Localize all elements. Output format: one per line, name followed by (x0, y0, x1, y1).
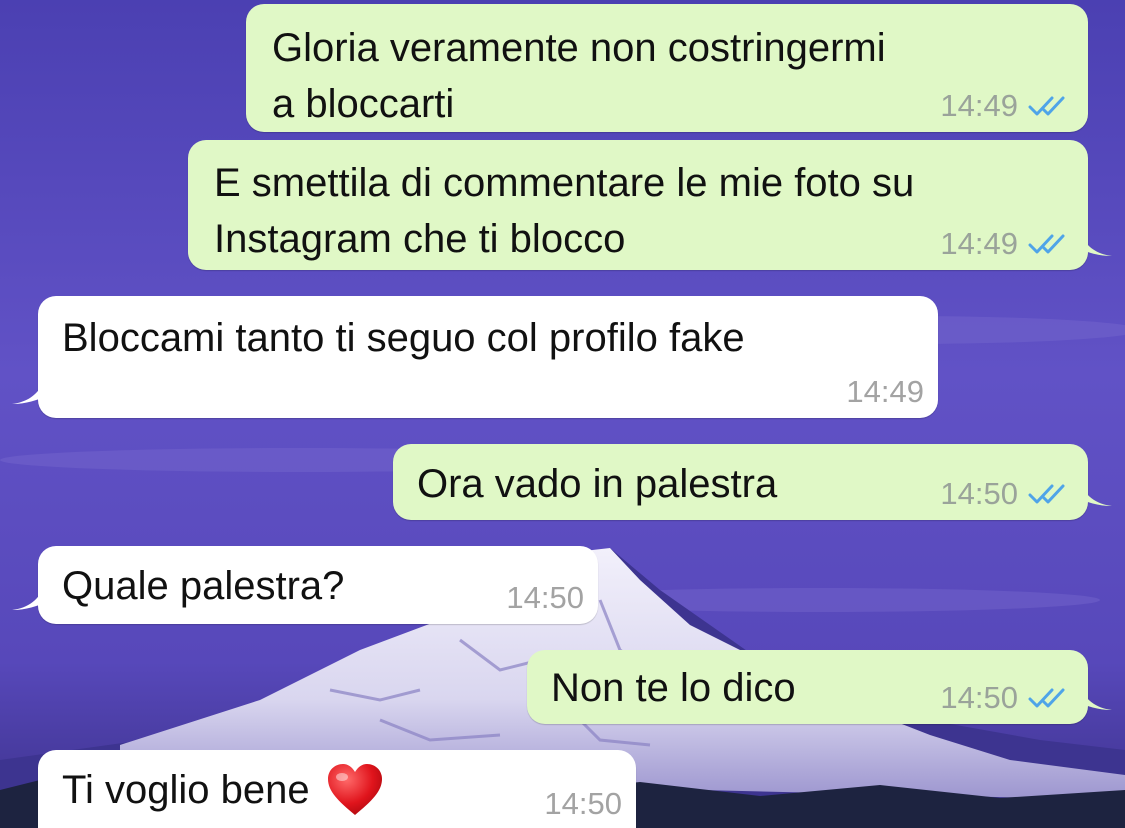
double-check-read-icon (1028, 234, 1065, 254)
message-incoming[interactable]: Bloccami tanto ti seguo col profilo fake… (12, 296, 938, 418)
message-time: 14:50 (544, 786, 622, 821)
message-text: Bloccami tanto ti seguo col profilo fake (62, 316, 745, 360)
double-check-read-icon (1028, 688, 1065, 708)
message-meta: 14:50 (940, 680, 1074, 716)
message-time: 14:50 (506, 580, 584, 615)
bubble-tail-icon (1078, 228, 1112, 256)
message-outgoing[interactable]: Gloria veramente non costringermi a bloc… (246, 4, 1088, 132)
message-time: 14:49 (940, 226, 1018, 261)
message-text: E smettila di commentare le mie foto su … (214, 161, 915, 261)
message-text-content: Ti voglio bene (62, 768, 310, 812)
bubble-tail-icon (12, 582, 46, 610)
message-outgoing[interactable]: Ora vado in palestra 14:50 (393, 444, 1112, 520)
message-text: Gloria veramente non costringermi a bloc… (272, 26, 886, 126)
message-meta: 14:49 (846, 374, 924, 410)
message-text: Ora vado in palestra (417, 462, 778, 506)
double-check-read-icon (1028, 484, 1065, 504)
message-text: Quale palestra? (62, 564, 345, 608)
bubble-tail-icon (1078, 478, 1112, 506)
message-meta: 14:49 (940, 88, 1074, 124)
message-time: 14:49 (940, 88, 1018, 123)
message-time: 14:49 (846, 374, 924, 409)
message-meta: 14:49 (940, 226, 1074, 262)
message-meta: 14:50 (506, 580, 584, 616)
bubble-tail-icon (1078, 682, 1112, 710)
red-heart-icon (327, 764, 382, 815)
message-time: 14:50 (940, 680, 1018, 715)
message-time: 14:50 (940, 476, 1018, 511)
message-incoming[interactable]: Quale palestra? 14:50 (12, 546, 598, 624)
message-meta: 14:50 (544, 786, 622, 822)
message-text: Ti voglio bene (62, 762, 384, 818)
message-outgoing[interactable]: E smettila di commentare le mie foto su … (188, 140, 1112, 270)
message-outgoing[interactable]: Non te lo dico 14:50 (527, 650, 1112, 724)
message-text: Non te lo dico (551, 666, 796, 710)
message-incoming[interactable]: Ti voglio bene 14:50 (38, 750, 636, 828)
double-check-read-icon (1028, 96, 1065, 116)
bubble-tail-icon (12, 376, 46, 404)
message-meta: 14:50 (940, 476, 1074, 512)
